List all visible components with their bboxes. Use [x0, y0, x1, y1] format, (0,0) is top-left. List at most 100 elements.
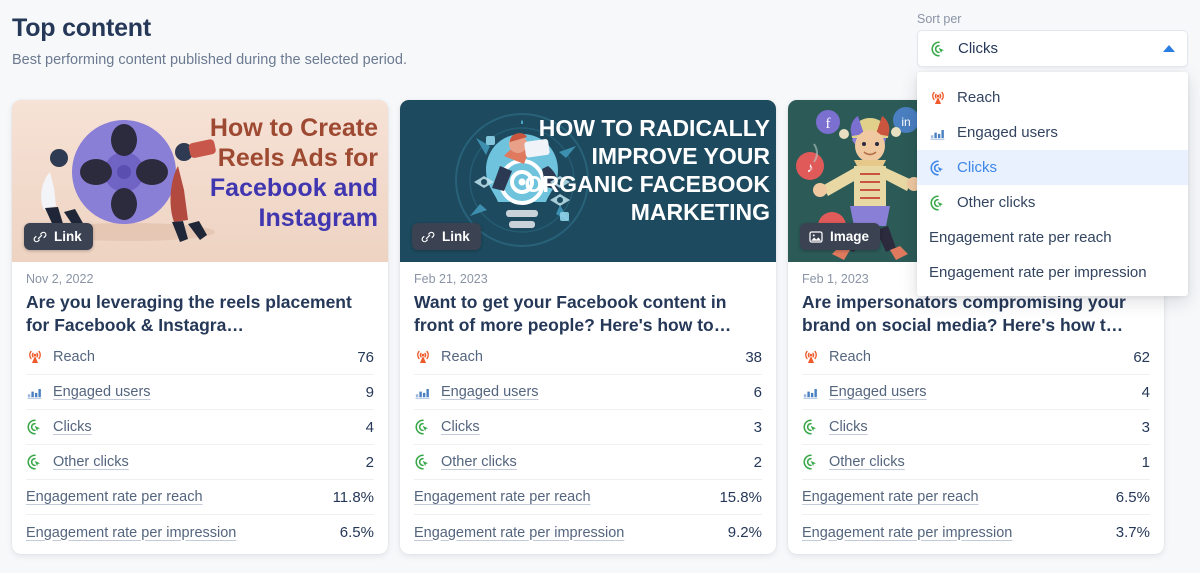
metric-name[interactable]: Engaged users: [53, 384, 151, 400]
page-subtitle: Best performing content published during…: [12, 52, 407, 68]
metric-name[interactable]: Engaged users: [441, 384, 539, 400]
reach-icon: [802, 348, 820, 366]
svg-text:ORGANIC FACEBOOK: ORGANIC FACEBOOK: [525, 171, 771, 197]
svg-text:Instagram: Instagram: [259, 204, 378, 232]
sort-per-dropdown[interactable]: Reach Engaged users Clicks Other clicks Enga…: [917, 72, 1188, 296]
chevron-up-icon[interactable]: [1163, 45, 1175, 52]
metric-name[interactable]: Engagement rate per reach: [26, 489, 203, 505]
metric-value: 6: [753, 383, 762, 401]
metric-row-clicks: Clicks 4: [26, 410, 374, 445]
header: Top content Best performing content publ…: [12, 12, 407, 70]
metric-name[interactable]: Engaged users: [829, 384, 927, 400]
svg-text:♪: ♪: [807, 159, 814, 175]
clicks-icon: [802, 418, 820, 436]
metric-value: 4: [365, 418, 374, 436]
content-title[interactable]: Are you leveraging the reels placement f…: [26, 291, 374, 337]
metric-row-reach: Reach 38: [414, 340, 762, 375]
sort-option-engagement-rate-per-reach[interactable]: Engagement rate per reach: [917, 220, 1188, 255]
sort-per-control: Sort per Clicks Reach Engaged users Clicks…: [917, 12, 1188, 296]
sort-option-reach[interactable]: Reach: [917, 80, 1188, 115]
content-type-label: Link: [442, 229, 470, 244]
sort-per-value: Clicks: [958, 40, 998, 57]
metric-row-other-clicks: Other clicks 2: [26, 445, 374, 480]
metric-name[interactable]: Engagement rate per impression: [802, 525, 1012, 541]
metric-row-other-clicks: Other clicks 1: [802, 445, 1150, 480]
svg-text:HOW TO RADICALLY: HOW TO RADICALLY: [539, 115, 770, 141]
metric-name[interactable]: Other clicks: [829, 454, 905, 470]
content-thumbnail[interactable]: HOW TO RADICALLY IMPROVE YOUR ORGANIC FACE…: [400, 100, 776, 262]
metric-row-clicks: Clicks 3: [802, 410, 1150, 445]
metric-name[interactable]: Clicks: [441, 419, 480, 435]
metric-name[interactable]: Engagement rate per reach: [414, 489, 591, 505]
metric-row-engagement-rate-per-reach: Engagement rate per reach 15.8%: [414, 480, 762, 515]
sort-option-label: Engagement rate per reach: [929, 229, 1112, 246]
metric-name: Reach: [441, 349, 483, 365]
metric-value: 2: [365, 453, 374, 471]
metric-list: Reach 76 Engaged users 9 Clicks 4 Other clicks…: [26, 340, 374, 550]
content-card[interactable]: HOW TO RADICALLY IMPROVE YOUR ORGANIC FACE…: [400, 100, 776, 554]
other-clicks-icon: [26, 453, 44, 471]
publish-date: Nov 2, 2022: [26, 272, 94, 286]
reach-icon: [414, 348, 432, 366]
metric-value: 15.8%: [719, 488, 762, 506]
clicks-icon: [414, 418, 432, 436]
other-clicks-icon: [929, 194, 947, 212]
metric-value: 38: [745, 348, 762, 366]
svg-text:How to Create: How to Create: [210, 114, 378, 142]
metric-name[interactable]: Clicks: [829, 419, 868, 435]
content-type-label: Link: [54, 229, 82, 244]
metric-name[interactable]: Engagement rate per impression: [26, 525, 236, 541]
metric-list: Reach 38 Engaged users 6 Clicks 3 Other clicks…: [414, 340, 762, 550]
clicks-icon: [929, 159, 947, 177]
metric-row-other-clicks: Other clicks 2: [414, 445, 762, 480]
engaged-users-icon: [26, 383, 44, 401]
card-body: Feb 1, 2023 Are impersonators compromisin…: [788, 262, 1164, 554]
card-body: Feb 21, 2023 Want to get your Facebook co…: [400, 262, 776, 554]
image-icon: [808, 229, 824, 245]
engaged-users-icon: [802, 383, 820, 401]
reach-icon: [929, 89, 947, 107]
metric-row-engagement-rate-per-impression: Engagement rate per impression 3.7%: [802, 515, 1150, 550]
sort-option-engaged-users[interactable]: Engaged users: [917, 115, 1188, 150]
svg-text:in: in: [901, 115, 910, 129]
metric-name[interactable]: Clicks: [53, 419, 92, 435]
sort-option-label: Engaged users: [957, 124, 1058, 141]
metric-row-clicks: Clicks 3: [414, 410, 762, 445]
metric-row-reach: Reach 62: [802, 340, 1150, 375]
metric-value: 1: [1141, 453, 1150, 471]
svg-text:Facebook and: Facebook and: [210, 174, 378, 202]
engaged-users-icon: [414, 383, 432, 401]
metric-value: 76: [357, 348, 374, 366]
content-thumbnail[interactable]: How to Create Reels Ads for Facebook and In…: [12, 100, 388, 262]
metric-name[interactable]: Engagement rate per reach: [802, 489, 979, 505]
svg-text:f: f: [826, 116, 831, 132]
metric-value: 62: [1133, 348, 1150, 366]
sort-option-label: Other clicks: [957, 194, 1036, 211]
sort-per-select[interactable]: Clicks: [917, 30, 1188, 67]
sort-option-clicks[interactable]: Clicks: [917, 150, 1188, 185]
publish-date: Feb 21, 2023: [414, 272, 488, 286]
metric-value: 9: [365, 383, 374, 401]
metric-name: Reach: [829, 349, 871, 365]
sort-option-label: Clicks: [957, 159, 997, 176]
content-title[interactable]: Are impersonators compromising your bran…: [802, 291, 1150, 337]
content-type-badge: Link: [412, 223, 481, 250]
sort-option-engagement-rate-per-impression[interactable]: Engagement rate per impression: [917, 255, 1188, 290]
content-card[interactable]: How to Create Reels Ads for Facebook and In…: [12, 100, 388, 554]
metric-row-engagement-rate-per-impression: Engagement rate per impression 9.2%: [414, 515, 762, 550]
content-title[interactable]: Want to get your Facebook content in fro…: [414, 291, 762, 337]
engaged-users-icon: [929, 124, 947, 142]
metric-value: 2: [753, 453, 762, 471]
sort-option-other-clicks[interactable]: Other clicks: [917, 185, 1188, 220]
metric-name: Reach: [53, 349, 95, 365]
other-clicks-icon: [802, 453, 820, 471]
metric-value: 9.2%: [727, 524, 762, 541]
content-type-label: Image: [830, 229, 870, 244]
svg-text:Reels Ads for: Reels Ads for: [218, 144, 379, 172]
content-type-badge: Link: [24, 223, 93, 250]
metric-name[interactable]: Other clicks: [53, 454, 129, 470]
metric-name[interactable]: Engagement rate per impression: [414, 525, 624, 541]
metric-name[interactable]: Other clicks: [441, 454, 517, 470]
metric-row-reach: Reach 76: [26, 340, 374, 375]
metric-row-engagement-rate-per-reach: Engagement rate per reach 11.8%: [26, 480, 374, 515]
